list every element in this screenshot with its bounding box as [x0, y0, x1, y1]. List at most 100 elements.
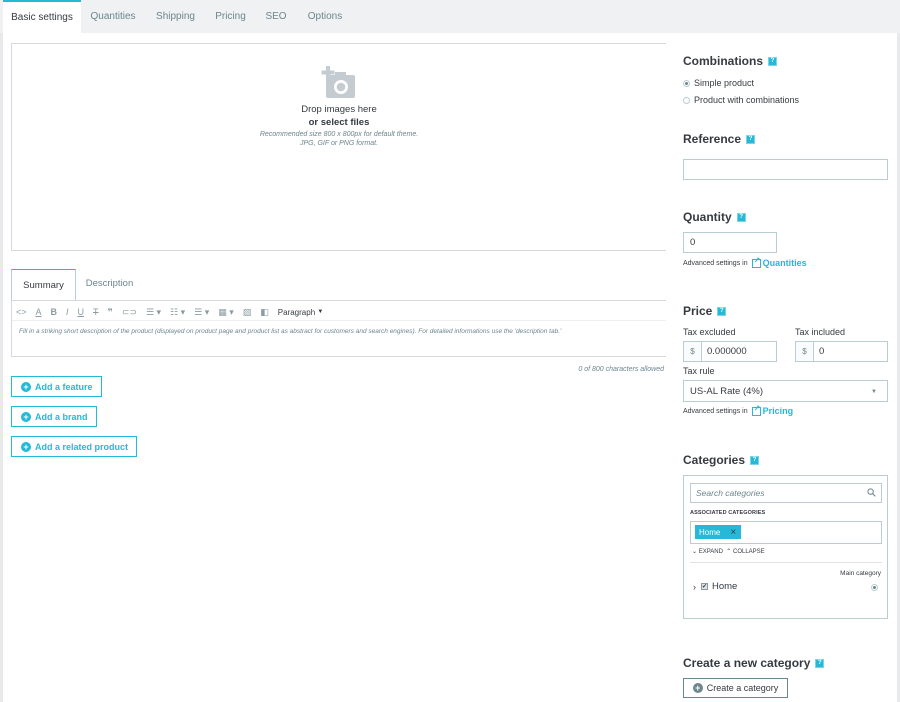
quantity-advanced-settings: Advanced settings in Quantities — [683, 256, 807, 269]
strikethrough-icon[interactable]: T — [93, 307, 99, 317]
pricing-link[interactable]: Pricing — [751, 404, 793, 416]
external-link-icon — [751, 256, 761, 268]
tax-rule-select[interactable]: US-AL Rate (4%) ▼ — [683, 380, 888, 402]
tab-options[interactable]: Options — [300, 0, 350, 33]
quantity-heading: Quantity ? — [683, 210, 746, 224]
editor-toolbar: <> A B I U T ❞ ⊂⊃ ☰ ▾ ☷ ▾ ☰ ▾ ▦ ▾ ▨ ◧ Pa… — [16, 303, 332, 321]
advanced-settings-text: Advanced settings in — [683, 407, 748, 415]
table-icon[interactable]: ▦ ▾ — [218, 307, 234, 318]
text-color-icon[interactable]: A — [36, 307, 42, 317]
radio-label: Product with combinations — [694, 95, 800, 105]
tab-shipping[interactable]: Shipping — [148, 0, 203, 33]
radio-button[interactable] — [683, 79, 690, 87]
numbered-list-icon[interactable]: ☰ ▾ — [194, 307, 209, 318]
category-tag-home[interactable]: Home × — [695, 525, 742, 539]
quantities-link-label: Quantities — [762, 258, 807, 268]
tab-summary[interactable]: Summary — [11, 269, 76, 301]
help-icon[interactable]: ? — [815, 658, 825, 668]
camera-plus-icon — [321, 66, 357, 100]
search-icon[interactable] — [867, 488, 876, 497]
expand-button[interactable]: ⌄ EXPAND — [692, 548, 723, 555]
category-checkbox[interactable]: ✔ — [701, 583, 708, 590]
add-feature-label: Add a feature — [35, 381, 93, 392]
radio-label: Simple product — [694, 78, 755, 88]
tax-included-label: Tax included — [795, 327, 846, 337]
new-category-heading: Create a new category ? — [683, 656, 825, 670]
collapse-label: COLLAPSE — [732, 549, 765, 555]
associated-categories: Home × — [690, 521, 882, 544]
blockquote-icon[interactable]: ❞ — [108, 307, 113, 318]
add-related-product-button[interactable]: + Add a related product — [11, 436, 138, 457]
help-icon[interactable]: ? — [768, 56, 777, 66]
align-icon[interactable]: ☰ ▾ — [146, 307, 161, 318]
close-icon[interactable]: × — [730, 527, 736, 538]
quantity-input[interactable]: 0 — [683, 232, 777, 253]
dropzone-size-hint: Recommended size 800 x 800px for default… — [259, 131, 419, 138]
categories-panel: Search categories ASSOCIATED CATEGORIES … — [683, 475, 888, 619]
collapse-button[interactable]: ⌃ COLLAPSE — [726, 548, 764, 555]
help-icon[interactable]: ? — [717, 306, 727, 316]
main-category-radio[interactable] — [871, 584, 878, 591]
help-icon[interactable]: ? — [736, 212, 746, 222]
image-dropzone[interactable]: Drop images here or select files Recomme… — [11, 43, 666, 251]
link-icon[interactable]: ⊂⊃ — [122, 307, 137, 318]
categories-heading: Categories ? — [683, 453, 760, 467]
combinations-title: Combinations — [683, 54, 763, 68]
radio-product-with-combinations[interactable]: Product with combinations — [683, 95, 799, 105]
bold-icon[interactable]: B — [51, 307, 58, 317]
help-icon[interactable]: ? — [746, 134, 756, 144]
summary-editor: <> A B I U T ❞ ⊂⊃ ☰ ▾ ☷ ▾ ☰ ▾ ▦ ▾ ▨ ◧ Pa… — [11, 300, 666, 357]
reference-title: Reference — [683, 132, 742, 146]
code-icon[interactable]: <> — [16, 307, 27, 317]
format-select[interactable]: Paragraph ▼ — [278, 308, 324, 317]
quantities-link[interactable]: Quantities — [751, 256, 807, 268]
plus-circle-icon: + — [21, 411, 31, 422]
underline-icon[interactable]: U — [78, 307, 85, 317]
char-counter: 0 of 800 characters allowed — [578, 366, 664, 373]
format-select-label: Paragraph — [277, 307, 316, 317]
radio-simple-product[interactable]: Simple product — [683, 78, 754, 88]
help-icon[interactable]: ? — [750, 455, 760, 465]
radio-button[interactable] — [683, 96, 690, 104]
new-category-title: Create a new category — [683, 656, 811, 670]
add-related-label: Add a related product — [35, 441, 129, 452]
select-files-link[interactable]: or select files — [12, 117, 666, 128]
tab-basic-settings[interactable]: Basic settings — [3, 0, 81, 33]
italic-icon[interactable]: I — [66, 307, 69, 317]
bullet-list-icon[interactable]: ☷ ▾ — [170, 307, 185, 318]
divider — [690, 562, 882, 563]
combinations-heading: Combinations ? — [683, 54, 777, 68]
dropzone-title: Drop images here — [301, 104, 377, 115]
price-tax-included-input[interactable]: $ 0 — [795, 341, 888, 362]
search-placeholder: Search categories — [696, 488, 765, 498]
add-feature-button[interactable]: + Add a feature — [11, 376, 102, 397]
summary-textarea[interactable]: Fill in a striking short description of … — [19, 328, 561, 335]
tax-excluded-label: Tax excluded — [683, 327, 736, 337]
currency-addon: $ — [796, 342, 814, 361]
reference-input[interactable] — [683, 159, 888, 180]
advanced-settings-text: Advanced settings in — [683, 259, 748, 267]
tax-included-value: 0 — [819, 346, 825, 357]
tab-quantities[interactable]: Quantities — [83, 0, 143, 33]
price-tax-excluded-input[interactable]: $ 0.000000 — [683, 341, 777, 362]
create-category-button[interactable]: + Create a category — [683, 678, 788, 698]
chevron-right-icon[interactable]: › — [693, 582, 696, 592]
tab-description[interactable]: Description — [77, 267, 142, 299]
caret-down-icon: ▼ — [871, 389, 877, 395]
dropzone-format-hint: JPG, GIF or PNG format. — [299, 140, 379, 147]
tab-pricing[interactable]: Pricing — [208, 0, 253, 33]
add-brand-label: Add a brand — [35, 411, 88, 422]
image-icon[interactable]: ▨ — [243, 307, 252, 318]
tax-rule-label: Tax rule — [683, 366, 715, 376]
search-categories-input[interactable]: Search categories — [690, 483, 882, 503]
toolbar-divider — [12, 320, 666, 321]
reference-heading: Reference ? — [683, 132, 756, 146]
currency-addon: $ — [684, 342, 702, 361]
category-label: Home — [712, 581, 738, 592]
main-category-label: Main category — [840, 570, 881, 577]
plus-circle-icon: + — [21, 381, 31, 392]
tab-seo[interactable]: SEO — [258, 0, 294, 33]
media-icon[interactable]: ◧ — [260, 307, 269, 318]
quantity-title: Quantity — [683, 210, 732, 224]
add-brand-button[interactable]: + Add a brand — [11, 406, 97, 427]
